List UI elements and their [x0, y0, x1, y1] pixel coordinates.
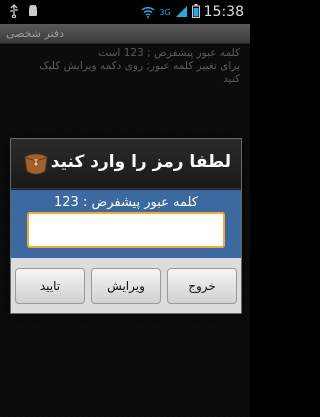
dialog-header: لطفا رمز را وارد کنید	[11, 139, 241, 189]
dialog-button-bar: تایید ویرایش خروج	[11, 258, 241, 313]
password-dialog: لطفا رمز را وارد کنید کلمه عبور پیشفرض :…	[10, 138, 242, 314]
status-bar: 3G 15:38	[0, 0, 250, 24]
clock: 15:38	[203, 4, 244, 20]
dialog-body: کلمه عبور پیشفرض : 123	[11, 190, 241, 258]
default-password-label: کلمه عبور پیشفرض : 123	[54, 195, 198, 210]
android-debug-icon	[26, 3, 40, 22]
wifi-icon	[141, 3, 155, 22]
battery-icon	[191, 3, 200, 22]
app-title: دفتر شخصی	[6, 27, 65, 40]
app-title-bar: دفتر شخصی	[0, 24, 250, 44]
signal-icon	[175, 3, 188, 22]
dialog-title: لطفا رمز را وارد کنید	[50, 152, 231, 172]
usb-icon	[8, 3, 20, 22]
password-input[interactable]	[27, 212, 225, 248]
confirm-button[interactable]: تایید	[15, 267, 85, 304]
diary-bag-icon	[21, 149, 51, 179]
edit-button[interactable]: ویرایش	[91, 267, 161, 304]
exit-button[interactable]: خروج	[167, 267, 237, 304]
network-type: 3G	[159, 7, 171, 17]
